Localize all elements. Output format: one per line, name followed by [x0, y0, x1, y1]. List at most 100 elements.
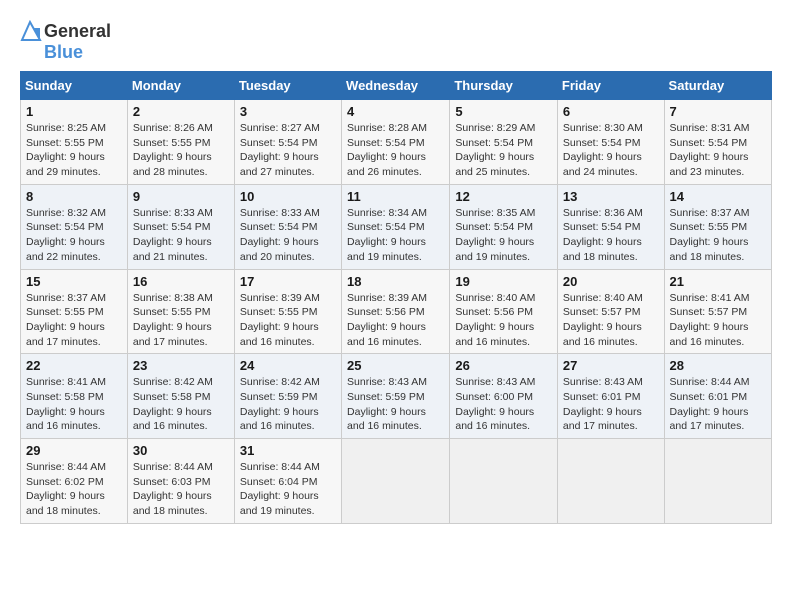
calendar-cell: 15 Sunrise: 8:37 AMSunset: 5:55 PMDayligh…	[21, 269, 128, 354]
day-info: Sunrise: 8:37 AMSunset: 5:55 PMDaylight:…	[670, 206, 766, 265]
day-number: 26	[455, 358, 552, 373]
calendar-cell: 26Sunrise: 8:43 AMSunset: 6:00 PMDayligh…	[450, 354, 558, 439]
calendar-cell: 29Sunrise: 8:44 AMSunset: 6:02 PMDayligh…	[21, 439, 128, 524]
day-number: 18	[347, 274, 444, 289]
day-info: Sunrise: 8:44 AMSunset: 6:01 PMDaylight:…	[670, 375, 766, 434]
day-info: Sunrise: 8:26 AMSunset: 5:55 PMDaylight:…	[133, 121, 229, 180]
day-info: Sunrise: 8:27 AMSunset: 5:54 PMDaylight:…	[240, 121, 336, 180]
calendar-body: 1Sunrise: 8:25 AMSunset: 5:55 PMDaylight…	[21, 100, 772, 524]
day-info: Sunrise: 8:41 AMSunset: 5:58 PMDaylight:…	[26, 375, 122, 434]
logo-triangle-icon	[20, 20, 42, 42]
day-number: 4	[347, 104, 444, 119]
calendar-cell: 10 Sunrise: 8:33 AMSunset: 5:54 PMDayligh…	[234, 184, 341, 269]
day-number: 15	[26, 274, 122, 289]
calendar-cell: 9 Sunrise: 8:33 AMSunset: 5:54 PMDaylight…	[127, 184, 234, 269]
calendar-cell: 23 Sunrise: 8:42 AMSunset: 5:58 PMDayligh…	[127, 354, 234, 439]
day-info: Sunrise: 8:40 AMSunset: 5:57 PMDaylight:…	[563, 291, 659, 350]
day-number: 11	[347, 189, 444, 204]
day-info: Sunrise: 8:33 AMSunset: 5:54 PMDaylight:…	[133, 206, 229, 265]
day-number: 21	[670, 274, 766, 289]
day-info: Sunrise: 8:25 AMSunset: 5:55 PMDaylight:…	[26, 121, 122, 180]
calendar-cell: 18 Sunrise: 8:39 AMSunset: 5:56 PMDayligh…	[342, 269, 450, 354]
day-of-week-header: Thursday	[450, 72, 558, 100]
day-info: Sunrise: 8:29 AMSunset: 5:54 PMDaylight:…	[455, 121, 552, 180]
calendar-cell: 17 Sunrise: 8:39 AMSunset: 5:55 PMDayligh…	[234, 269, 341, 354]
day-number: 5	[455, 104, 552, 119]
calendar-cell: 8 Sunrise: 8:32 AMSunset: 5:54 PMDaylight…	[21, 184, 128, 269]
day-number: 12	[455, 189, 552, 204]
day-number: 27	[563, 358, 659, 373]
day-info: Sunrise: 8:36 AMSunset: 5:54 PMDaylight:…	[563, 206, 659, 265]
calendar-cell	[342, 439, 450, 524]
calendar-cell	[557, 439, 664, 524]
day-info: Sunrise: 8:32 AMSunset: 5:54 PMDaylight:…	[26, 206, 122, 265]
day-info: Sunrise: 8:40 AMSunset: 5:56 PMDaylight:…	[455, 291, 552, 350]
calendar-cell: 28 Sunrise: 8:44 AMSunset: 6:01 PMDayligh…	[664, 354, 771, 439]
day-of-week-header: Tuesday	[234, 72, 341, 100]
calendar-cell: 6Sunrise: 8:30 AMSunset: 5:54 PMDaylight…	[557, 100, 664, 185]
calendar-cell: 31Sunrise: 8:44 AMSunset: 6:04 PMDayligh…	[234, 439, 341, 524]
day-info: Sunrise: 8:39 AMSunset: 5:56 PMDaylight:…	[347, 291, 444, 350]
day-info: Sunrise: 8:35 AMSunset: 5:54 PMDaylight:…	[455, 206, 552, 265]
day-number: 10	[240, 189, 336, 204]
day-number: 24	[240, 358, 336, 373]
day-number: 17	[240, 274, 336, 289]
logo-name-general: General	[44, 21, 111, 42]
calendar-week-row: 22 Sunrise: 8:41 AMSunset: 5:58 PMDayligh…	[21, 354, 772, 439]
day-number: 30	[133, 443, 229, 458]
calendar-cell: 14 Sunrise: 8:37 AMSunset: 5:55 PMDayligh…	[664, 184, 771, 269]
day-number: 19	[455, 274, 552, 289]
calendar-cell: 11Sunrise: 8:34 AMSunset: 5:54 PMDayligh…	[342, 184, 450, 269]
day-info: Sunrise: 8:42 AMSunset: 5:59 PMDaylight:…	[240, 375, 336, 434]
calendar-cell: 19 Sunrise: 8:40 AMSunset: 5:56 PMDayligh…	[450, 269, 558, 354]
day-info: Sunrise: 8:38 AMSunset: 5:55 PMDaylight:…	[133, 291, 229, 350]
day-info: Sunrise: 8:44 AMSunset: 6:02 PMDaylight:…	[26, 460, 122, 519]
calendar-table: SundayMondayTuesdayWednesdayThursdayFrid…	[20, 71, 772, 524]
calendar-cell: 12 Sunrise: 8:35 AMSunset: 5:54 PMDayligh…	[450, 184, 558, 269]
logo-text-block: General Blue	[20, 20, 111, 63]
logo-name-blue: Blue	[44, 42, 83, 63]
page-header: General Blue	[20, 20, 772, 63]
calendar-cell: 5 Sunrise: 8:29 AMSunset: 5:54 PMDaylight…	[450, 100, 558, 185]
day-number: 28	[670, 358, 766, 373]
day-number: 31	[240, 443, 336, 458]
calendar-cell: 21 Sunrise: 8:41 AMSunset: 5:57 PMDayligh…	[664, 269, 771, 354]
day-info: Sunrise: 8:39 AMSunset: 5:55 PMDaylight:…	[240, 291, 336, 350]
calendar-cell: 27 Sunrise: 8:43 AMSunset: 6:01 PMDayligh…	[557, 354, 664, 439]
day-of-week-header: Sunday	[21, 72, 128, 100]
day-info: Sunrise: 8:41 AMSunset: 5:57 PMDaylight:…	[670, 291, 766, 350]
day-of-week-header: Saturday	[664, 72, 771, 100]
day-number: 9	[133, 189, 229, 204]
day-info: Sunrise: 8:44 AMSunset: 6:03 PMDaylight:…	[133, 460, 229, 519]
calendar-cell: 22 Sunrise: 8:41 AMSunset: 5:58 PMDayligh…	[21, 354, 128, 439]
day-info: Sunrise: 8:33 AMSunset: 5:54 PMDaylight:…	[240, 206, 336, 265]
day-number: 23	[133, 358, 229, 373]
day-number: 7	[670, 104, 766, 119]
calendar-cell: 30 Sunrise: 8:44 AMSunset: 6:03 PMDayligh…	[127, 439, 234, 524]
day-info: Sunrise: 8:37 AMSunset: 5:55 PMDaylight:…	[26, 291, 122, 350]
calendar-week-row: 29Sunrise: 8:44 AMSunset: 6:02 PMDayligh…	[21, 439, 772, 524]
calendar-cell	[664, 439, 771, 524]
day-number: 22	[26, 358, 122, 373]
calendar-cell: 7Sunrise: 8:31 AMSunset: 5:54 PMDaylight…	[664, 100, 771, 185]
logo: General Blue	[20, 20, 111, 63]
calendar-cell: 13 Sunrise: 8:36 AMSunset: 5:54 PMDayligh…	[557, 184, 664, 269]
day-number: 8	[26, 189, 122, 204]
day-number: 3	[240, 104, 336, 119]
calendar-cell: 3 Sunrise: 8:27 AMSunset: 5:54 PMDaylight…	[234, 100, 341, 185]
calendar-cell: 25 Sunrise: 8:43 AMSunset: 5:59 PMDayligh…	[342, 354, 450, 439]
calendar-week-row: 15 Sunrise: 8:37 AMSunset: 5:55 PMDayligh…	[21, 269, 772, 354]
day-of-week-header: Wednesday	[342, 72, 450, 100]
day-info: Sunrise: 8:43 AMSunset: 6:01 PMDaylight:…	[563, 375, 659, 434]
day-info: Sunrise: 8:43 AMSunset: 5:59 PMDaylight:…	[347, 375, 444, 434]
day-info: Sunrise: 8:30 AMSunset: 5:54 PMDaylight:…	[563, 121, 659, 180]
day-info: Sunrise: 8:42 AMSunset: 5:58 PMDaylight:…	[133, 375, 229, 434]
day-number: 16	[133, 274, 229, 289]
day-number: 2	[133, 104, 229, 119]
day-number: 13	[563, 189, 659, 204]
calendar-cell: 24 Sunrise: 8:42 AMSunset: 5:59 PMDayligh…	[234, 354, 341, 439]
calendar-week-row: 8 Sunrise: 8:32 AMSunset: 5:54 PMDaylight…	[21, 184, 772, 269]
day-of-week-header: Friday	[557, 72, 664, 100]
day-number: 25	[347, 358, 444, 373]
day-number: 14	[670, 189, 766, 204]
